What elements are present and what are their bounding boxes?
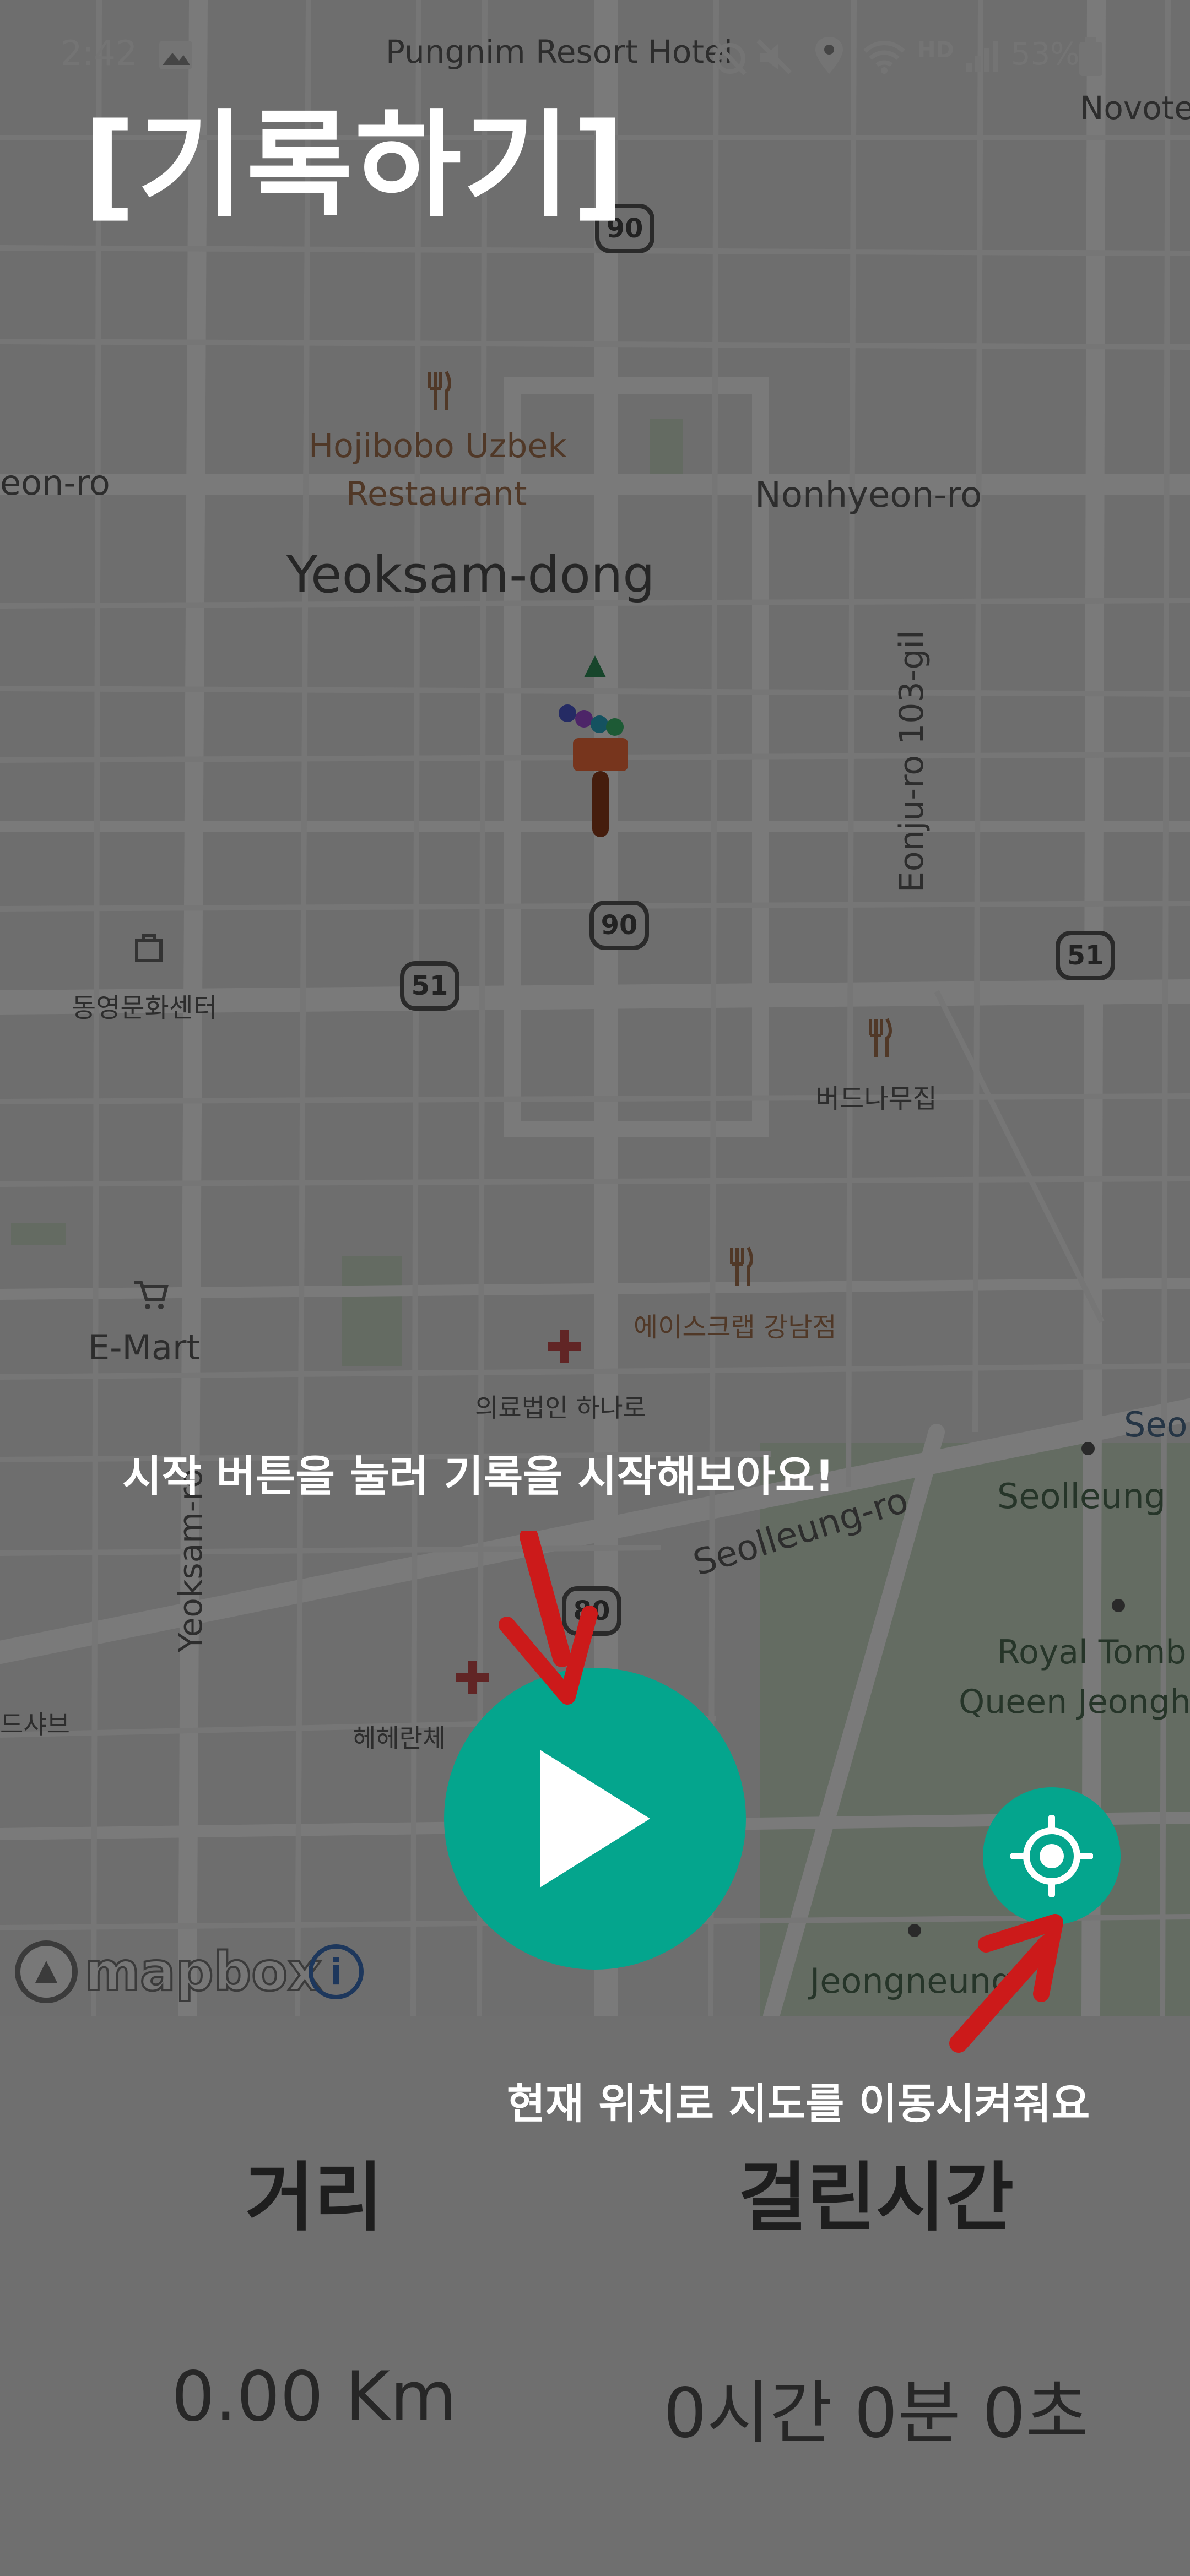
- battery-icon: [1079, 37, 1102, 76]
- map-center-pin-icon: [559, 655, 628, 837]
- distance-value: 0.00 Km: [171, 2357, 457, 2437]
- wifi-icon: [863, 41, 905, 74]
- my-location-button[interactable]: [983, 1787, 1121, 1925]
- restaurant-icon: [730, 1246, 753, 1286]
- map-label-eon-ro: eon-ro: [0, 463, 110, 503]
- restaurant-icon: [869, 1018, 892, 1057]
- map-label-left-cut: 드샤브: [0, 1710, 70, 1739]
- map-label-nonhyeon-ro: Nonhyeon-ro: [755, 475, 982, 516]
- poi-dot-icon: [1112, 1599, 1125, 1612]
- map-label-eonju-ro: Eonju-ro 103-gil: [892, 630, 931, 892]
- map-label-royal-1: Royal Tomb: [997, 1633, 1187, 1672]
- poi-dot-icon: [908, 1924, 921, 1937]
- start-record-button[interactable]: [444, 1668, 746, 1970]
- map-label-royal-2: Queen Jeongh: [959, 1683, 1190, 1721]
- tutorial-title: [기록하기]: [83, 98, 628, 233]
- map-label-hospital: 의료법인 하나로: [475, 1393, 646, 1423]
- start-hint-text: 시작 버튼을 눌러 기록을 시작해보아요!: [122, 1452, 835, 1501]
- map-label-seolleung: Seolleung: [997, 1476, 1166, 1516]
- gallery-notification-icon: [159, 41, 192, 69]
- mapbox-wordmark: mapbox: [84, 1940, 323, 2004]
- signal-icon: [966, 41, 998, 72]
- restaurant-icon: [428, 371, 451, 410]
- distance-label: 거리: [245, 2155, 383, 2242]
- play-icon: [540, 1750, 650, 1888]
- elapsed-time-value: 0시간 0분 0초: [663, 2374, 1089, 2453]
- hospital-icon: [548, 1330, 581, 1363]
- map-label-yeoksam-dong: Yeoksam-dong: [286, 545, 655, 604]
- mute-icon: [756, 39, 792, 74]
- shopping-cart-icon: [134, 1281, 169, 1309]
- map-label-dongyeong: 동영문화센터: [72, 993, 218, 1023]
- arrow-to-start-icon: [499, 1531, 598, 1705]
- poi-dot-icon: [1081, 1442, 1095, 1455]
- location-hint-text: 현재 위치로 지도를 이동시켜줘요: [507, 2079, 1090, 2128]
- arrow-to-location-icon: [949, 1914, 1063, 2053]
- map-label-beodnamu: 버드나무집: [815, 1083, 937, 1114]
- building-icon: [135, 934, 163, 962]
- map-label-ace-crab: 에이스크랩 강남점: [634, 1312, 837, 1343]
- map-label-novotel: Novote: [1080, 89, 1190, 127]
- route-shield-90-mid: 90: [589, 901, 649, 950]
- mapbox-logo-icon: [15, 1940, 78, 2003]
- route-shield-51-left: 51: [400, 961, 459, 1011]
- map-info-button[interactable]: i: [309, 1944, 364, 1999]
- status-clock: 2:42: [61, 33, 138, 73]
- map-label-hojibobo-1: Hojibobo Uzbek: [309, 427, 567, 465]
- mapbox-logo[interactable]: mapbox: [13, 1939, 323, 2005]
- map-label-hyehye: 헤헤란체: [353, 1723, 446, 1753]
- route-shield-51-right: 51: [1056, 931, 1115, 980]
- alarm-off-icon: [713, 40, 747, 75]
- map-label-emart: E-Mart: [88, 1327, 200, 1368]
- battery-percent: 53%: [1011, 36, 1080, 72]
- crosshair-icon: [1010, 1815, 1093, 1897]
- map-label-seo: Seo: [1124, 1404, 1188, 1445]
- location-icon: [815, 37, 843, 74]
- network-type: HD: [917, 37, 954, 63]
- elapsed-time-label: 걸린시간: [738, 2155, 1014, 2242]
- map-label-hojibobo-2: Restaurant: [346, 475, 527, 513]
